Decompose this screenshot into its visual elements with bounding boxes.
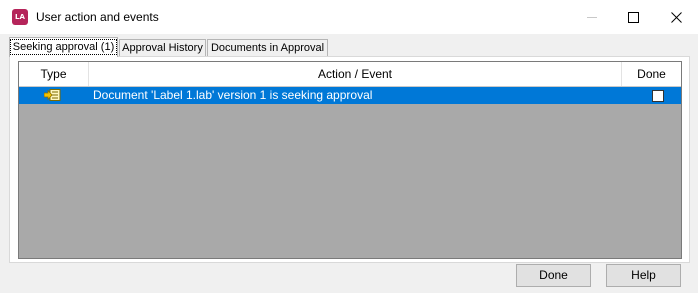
dialog-window: LA User action and events Seeking approv…: [0, 0, 698, 293]
window-title: User action and events: [36, 10, 159, 24]
table-row[interactable]: Document 'Label 1.lab' version 1 is seek…: [19, 87, 681, 104]
document-arrow-icon: [44, 89, 61, 101]
tab-label: Seeking approval (1): [9, 39, 118, 55]
minimize-button[interactable]: [570, 0, 614, 34]
column-header-done[interactable]: Done: [622, 62, 681, 86]
tab-approval-history[interactable]: Approval History: [119, 39, 206, 56]
close-icon: [670, 11, 682, 23]
close-button[interactable]: [654, 0, 698, 34]
app-logo-icon: LA: [12, 9, 28, 25]
minimize-icon: [587, 16, 597, 18]
tab-label: Documents in Approval: [210, 42, 325, 54]
grid-header: Type Action / Event Done: [19, 62, 681, 87]
events-grid[interactable]: Type Action / Event Done Document 'Label…: [18, 61, 682, 259]
tab-documents-in-approval[interactable]: Documents in Approval: [207, 39, 328, 56]
help-button[interactable]: Help: [606, 264, 681, 287]
tab-panel: Type Action / Event Done Document 'Label…: [9, 56, 690, 263]
done-checkbox[interactable]: [652, 90, 664, 102]
tab-seeking-approval[interactable]: Seeking approval (1): [9, 37, 118, 57]
column-header-action[interactable]: Action / Event: [89, 62, 622, 86]
column-header-type[interactable]: Type: [19, 62, 89, 86]
maximize-button[interactable]: [611, 0, 655, 34]
title-bar[interactable]: LA User action and events: [0, 0, 698, 34]
tab-label: Approval History: [122, 42, 203, 54]
row-action-text: Document 'Label 1.lab' version 1 is seek…: [93, 88, 373, 102]
done-button[interactable]: Done: [516, 264, 591, 287]
maximize-icon: [627, 11, 639, 23]
tab-strip: Seeking approval (1) Approval History Do…: [9, 37, 689, 57]
